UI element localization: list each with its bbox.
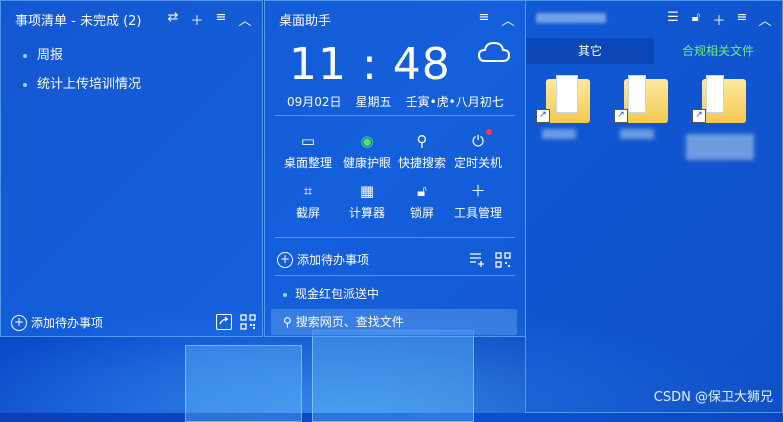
calculator-icon: ▦ xyxy=(359,182,375,200)
tool-management[interactable]: ＋ 工具管理 xyxy=(448,181,508,221)
tool-lock-screen[interactable]: 🔓︎ 锁屏 xyxy=(392,181,452,221)
todo-list-item[interactable]: 周报 xyxy=(23,44,63,63)
tab-other[interactable]: 其它 xyxy=(526,38,654,64)
menu-icon[interactable]: ≡ xyxy=(214,10,228,29)
search-icon: ⚲ xyxy=(283,315,292,329)
monitor-icon: ▭ xyxy=(300,132,316,150)
lunar-date-text: 壬寅•虎•八月初七 xyxy=(405,95,504,109)
date-row: 09月02日 星期五 壬寅•虎•八月初七 xyxy=(287,93,504,110)
tool-screenshot[interactable]: ⌗ 截屏 xyxy=(278,181,338,221)
todo-title: 事项清单 - 未完成 (2) xyxy=(15,14,142,29)
qrcode-icon[interactable] xyxy=(495,252,511,268)
share-icon[interactable] xyxy=(216,314,232,330)
circle-plus-icon: + xyxy=(277,251,293,268)
collapse-icon[interactable]: ︿ xyxy=(238,10,252,29)
menu-icon[interactable]: ≡ xyxy=(735,10,749,29)
unlock-icon[interactable]: 🔓︎ xyxy=(689,10,703,29)
cloud-weather-icon[interactable] xyxy=(477,39,511,65)
shortcut-arrow-icon: ↗ xyxy=(692,109,706,123)
todo-widget: 事项清单 - 未完成 (2) ⇄ ＋ ≡ ︿ 周报 统计上传培训情况 + 添加待… xyxy=(0,0,263,337)
wallpaper-window-logo xyxy=(185,345,302,422)
tool-scheduled-shutdown[interactable]: ⏻ 定时关机 xyxy=(448,131,508,171)
assistant-title: 桌面助手 xyxy=(279,14,332,29)
tab-compliance-files[interactable]: 合规相关文件 xyxy=(654,38,782,64)
note-add-icon[interactable] xyxy=(469,252,485,268)
date-text: 09月02日 xyxy=(287,95,342,109)
plus-icon[interactable]: ＋ xyxy=(190,10,204,29)
plus-icon: ＋ xyxy=(470,182,486,200)
divider xyxy=(275,237,515,238)
circle-plus-icon: + xyxy=(11,314,27,331)
shortcut-arrow-icon: ↗ xyxy=(614,109,628,123)
bullet-icon xyxy=(283,292,287,297)
bullet-icon xyxy=(23,82,27,87)
todo-header-icons: ⇄ ＋ ≡ ︿ xyxy=(166,10,252,29)
weekday-text: 星期五 xyxy=(355,95,392,109)
notification-dot xyxy=(486,129,492,135)
wallpaper-window-logo xyxy=(312,330,474,422)
swap-icon[interactable]: ⇄ xyxy=(166,10,180,29)
add-todo-button[interactable]: + 添加待办事项 xyxy=(11,314,103,331)
divider xyxy=(275,275,515,276)
divider xyxy=(275,115,515,116)
file-tabs: 其它 合规相关文件 xyxy=(526,38,782,64)
web-search-input[interactable]: ⚲ 搜索网页、查找文件 xyxy=(271,309,517,335)
tool-calculator[interactable]: ▦ 计算器 xyxy=(337,181,397,221)
file-box-widget: ☰ 🔓︎ ＋ ≡ ︿ 其它 合规相关文件 ↗ ↗ ↗ xyxy=(525,0,783,413)
folder-icon xyxy=(546,75,590,123)
blurred-label xyxy=(542,129,576,139)
plus-icon[interactable]: ＋ xyxy=(712,10,726,29)
todo-list-item[interactable]: 统计上传培训情况 xyxy=(23,73,141,92)
desktop-assistant-widget: 桌面助手 ≡ ︿ 11 : 48 09月02日 星期五 壬寅•虎•八月初七 ▭ … xyxy=(264,0,526,337)
eye-icon: ◉ xyxy=(360,132,374,150)
watermark: CSDN @保卫大狮兄 xyxy=(653,390,773,405)
bullet-icon xyxy=(23,53,27,58)
collapse-icon[interactable]: ︿ xyxy=(501,10,515,29)
lock-icon: 🔓︎ xyxy=(417,182,427,200)
collapse-icon[interactable]: ︿ xyxy=(758,10,772,29)
folder-icon xyxy=(624,75,668,123)
folder-icon xyxy=(702,75,746,123)
power-icon: ⏻ xyxy=(472,132,484,150)
crop-icon: ⌗ xyxy=(303,182,313,200)
menu-icon[interactable]: ≡ xyxy=(477,10,491,29)
tool-eye-care[interactable]: ◉ 健康护眼 xyxy=(337,131,397,171)
add-todo-button[interactable]: + 添加待办事项 xyxy=(277,251,369,268)
qrcode-icon[interactable] xyxy=(240,314,256,330)
search-icon: ⚲ xyxy=(416,132,428,150)
tool-desktop-organize[interactable]: ▭ 桌面整理 xyxy=(278,131,338,171)
blurred-title xyxy=(536,13,606,23)
blurred-label xyxy=(686,134,754,160)
shortcut-arrow-icon: ↗ xyxy=(536,109,550,123)
tool-quick-search[interactable]: ⚲ 快捷搜索 xyxy=(392,131,452,171)
list-view-icon[interactable]: ☰ xyxy=(666,10,680,29)
promo-link[interactable]: 现金红包派送中 xyxy=(283,285,379,302)
blurred-label xyxy=(620,129,654,139)
clock-time: 11 : 48 xyxy=(289,39,451,90)
